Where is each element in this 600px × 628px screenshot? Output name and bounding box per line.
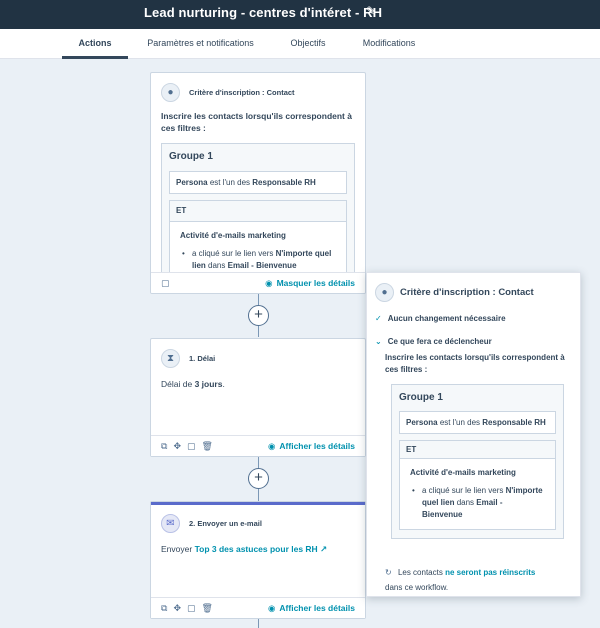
tab-actions[interactable]: Actions xyxy=(62,29,128,59)
card-title: Critère d'inscription : Contact xyxy=(189,88,295,97)
activity-title: Activité d'e-mails marketing xyxy=(410,468,516,477)
add-action-button[interactable]: + xyxy=(248,468,269,489)
what-trigger-toggle[interactable]: ⌄ Ce que fera ce déclencheur xyxy=(375,337,572,346)
external-link-icon[interactable]: ↗ xyxy=(320,544,327,554)
refresh-icon: ↻ xyxy=(385,568,392,577)
activity-title: Activité d'e-mails marketing xyxy=(180,231,286,240)
app-header: Lead nurturing - centres d'intéret - RH … xyxy=(0,0,600,29)
no-change-row: ✓ Aucun changement nécessaire xyxy=(375,314,506,323)
email-text-prefix: Envoyer xyxy=(161,544,193,554)
and-block: ET Activité d'e-mails marketing a cliqué… xyxy=(169,200,347,281)
copy-icon[interactable]: ⧉ xyxy=(161,603,167,614)
filter-row[interactable]: Persona est l'un des Responsable RH xyxy=(169,171,347,194)
envelope-icon: ✉ xyxy=(161,514,180,533)
send-email-action-card[interactable]: ✉ 2. Envoyer un e-mail Envoyer Top 3 des… xyxy=(150,501,366,619)
show-details-link[interactable]: ◉ Afficher les détails xyxy=(268,603,355,614)
check-icon: ✓ xyxy=(375,314,382,323)
card-footer: ⧉ ✥ ▢ 🗑 ◉ Afficher les détails xyxy=(151,435,365,456)
copy-icon[interactable]: ⧉ xyxy=(161,441,167,452)
contact-icon: ● xyxy=(375,283,394,302)
enrollment-trigger-card[interactable]: ● Critère d'inscription : Contact Inscri… xyxy=(150,72,366,294)
card-footer: ⧉ ✥ ▢ 🗑 ◉ Afficher les détails xyxy=(151,597,365,618)
chevron-down-icon: ⌄ xyxy=(375,337,382,346)
contact-icon: ● xyxy=(161,83,180,102)
add-action-button[interactable]: + xyxy=(248,305,269,326)
show-details-link[interactable]: ◉ Afficher les détails xyxy=(268,441,355,452)
hourglass-icon: ⧗ xyxy=(161,349,180,368)
workflow-title[interactable]: Lead nurturing - centres d'intéret - RH xyxy=(144,5,382,20)
connector-line xyxy=(258,619,259,628)
trigger-intro: Inscrire les contacts lorsqu'ils corresp… xyxy=(161,111,352,133)
delay-value: 3 jours xyxy=(194,379,223,389)
card-title: 2. Envoyer un e-mail xyxy=(189,519,262,528)
clone-icon[interactable]: ▢ xyxy=(187,441,196,452)
tab-modifications[interactable]: Modifications xyxy=(353,29,425,59)
delay-text-prefix: Délai de xyxy=(161,379,193,389)
and-block: ET Activité d'e-mails marketing a cliqué… xyxy=(399,440,556,530)
filter-operator: est l'un des xyxy=(209,178,251,187)
trash-icon[interactable]: 🗑 xyxy=(202,441,213,452)
eye-icon: ◉ xyxy=(267,602,276,613)
delay-action-card[interactable]: ⧗ 1. Délai Délai de 3 jours. ⧉ ✥ ▢ 🗑 ◉ A… xyxy=(150,338,366,457)
group-title: Groupe 1 xyxy=(169,151,213,162)
activity-condition: a cliqué sur le lien vers N'importe quel… xyxy=(410,485,545,521)
filter-row: Persona est l'un des Responsable RH xyxy=(399,411,556,434)
filter-value: Responsable RH xyxy=(252,178,316,187)
pencil-icon[interactable]: ✎ xyxy=(366,4,376,18)
popover-title: Critère d'inscription : Contact xyxy=(400,287,534,298)
hide-details-link[interactable]: ◉ Masquer les détails xyxy=(265,278,355,289)
filter-group: Groupe 1 Persona est l'un des Responsabl… xyxy=(391,384,564,539)
tab-objectifs[interactable]: Objectifs xyxy=(282,29,334,59)
activity-condition: a cliqué sur le lien vers N'importe quel… xyxy=(180,248,336,272)
trigger-details-popover: ● Critère d'inscription : Contact ✓ Aucu… xyxy=(366,272,581,597)
clone-icon[interactable]: ▢ xyxy=(187,603,196,614)
reenrollment-link[interactable]: ne seront pas réinscrits xyxy=(445,568,535,577)
email-link[interactable]: Top 3 des astuces pour les RH xyxy=(195,544,318,554)
clone-icon[interactable]: ▢ xyxy=(161,278,170,289)
card-title: 1. Délai xyxy=(189,354,216,363)
and-label: ET xyxy=(400,441,555,459)
move-icon[interactable]: ✥ xyxy=(173,441,181,452)
tab-parametres[interactable]: Paramètres et notifications xyxy=(138,29,263,59)
trash-icon[interactable]: 🗑 xyxy=(202,603,213,614)
tab-bar: Actions Paramètres et notifications Obje… xyxy=(0,29,600,59)
eye-icon: ◉ xyxy=(265,277,273,288)
filter-group: Groupe 1 Persona est l'un des Responsabl… xyxy=(161,143,355,282)
group-title: Groupe 1 xyxy=(399,392,443,403)
reenrollment-note: ↻ Les contacts ne seront pas réinscrits … xyxy=(385,568,536,592)
popover-intro: Inscrire les contacts lorsqu'ils corresp… xyxy=(385,353,565,374)
filter-property: Persona xyxy=(176,178,208,187)
eye-icon: ◉ xyxy=(267,440,276,451)
move-icon[interactable]: ✥ xyxy=(173,603,181,614)
email-accent-bar xyxy=(151,502,365,505)
and-label: ET xyxy=(170,201,346,222)
card-footer: ▢ ◉ Masquer les détails xyxy=(151,272,365,293)
